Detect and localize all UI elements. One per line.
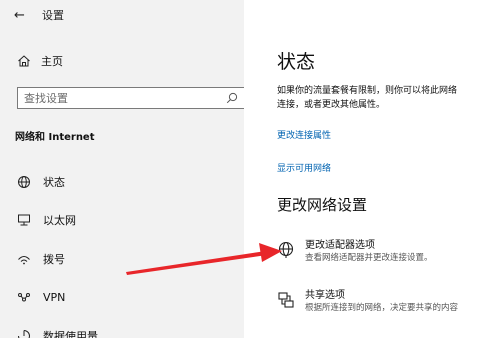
- sharing-icon: [278, 292, 294, 308]
- back-arrow-icon[interactable]: ←: [14, 8, 36, 23]
- search-icon[interactable]: [226, 92, 238, 104]
- data-usage-icon: [18, 330, 30, 338]
- sidebar-item-dialup[interactable]: 拨号: [17, 249, 65, 269]
- section-title: 网络和 Internet: [15, 132, 95, 143]
- sidebar-item-label: 状态: [43, 176, 65, 189]
- ethernet-icon: [18, 214, 30, 226]
- option-description: 查看网络适配器并更改连接设置。: [305, 253, 433, 263]
- sidebar-item-label: 以太网: [43, 214, 76, 227]
- sidebar-item-label: VPN: [43, 290, 66, 304]
- change-connection-properties-link[interactable]: 更改连接属性: [277, 128, 331, 141]
- status-description: 如果你的流量套餐有限制，则你可以将此网络 连接，或者更改其他属性。: [277, 84, 500, 112]
- option-text: 共享选项 根据所连接到的网络，决定要共享的内容: [305, 289, 458, 315]
- change-adapter-options[interactable]: 更改适配器选项 查看网络适配器并更改连接设置。: [277, 239, 433, 265]
- option-description: 根据所连接到的网络，决定要共享的内容: [305, 303, 459, 313]
- sharing-options[interactable]: 共享选项 根据所连接到的网络，决定要共享的内容: [277, 289, 458, 315]
- sidebar-item-label: 数据使用量: [43, 330, 98, 338]
- dialup-icon: [18, 256, 30, 265]
- vpn-icon: [18, 293, 30, 302]
- home-nav-item[interactable]: 主页: [17, 53, 63, 69]
- adapter-icon: [278, 241, 294, 258]
- description-line-1: 如果你的流量套餐有限制，则你可以将此网络: [277, 86, 458, 96]
- show-available-networks-link[interactable]: 显示可用网络: [277, 161, 331, 174]
- search-box[interactable]: [17, 87, 245, 109]
- option-title: 更改适配器选项: [305, 240, 375, 251]
- option-text: 更改适配器选项 查看网络适配器并更改连接设置。: [305, 239, 433, 265]
- window-title: 设置: [42, 9, 64, 22]
- description-line-2: 连接，或者更改其他属性。: [277, 100, 386, 110]
- title-bar: ← 设置: [14, 6, 64, 24]
- main-content: 状态 如果你的流量套餐有限制，则你可以将此网络 连接，或者更改其他属性。 更改连…: [244, 0, 500, 338]
- sidebar-item-status[interactable]: 状态: [17, 172, 65, 192]
- globe-icon: [18, 176, 30, 188]
- sidebar-item-label: 拨号: [43, 253, 65, 266]
- home-icon: [18, 55, 30, 67]
- search-input[interactable]: [18, 91, 218, 105]
- sidebar-item-ethernet[interactable]: 以太网: [17, 210, 76, 230]
- sidebar-item-data-usage[interactable]: 数据使用量: [17, 326, 98, 338]
- option-title: 共享选项: [305, 290, 345, 301]
- section-subtitle: 更改网络设置: [277, 196, 368, 214]
- home-label: 主页: [41, 55, 63, 68]
- sidebar-item-vpn[interactable]: VPN: [17, 287, 65, 307]
- page-title: 状态: [277, 51, 316, 73]
- sidebar: ← 设置 主页 网络和 Internet 状态 以太网: [0, 0, 245, 338]
